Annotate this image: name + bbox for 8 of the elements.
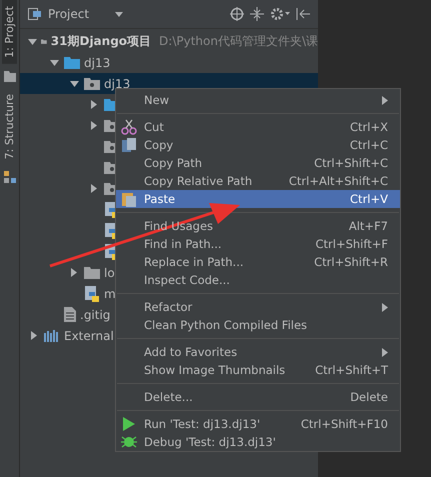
tree-item-label: 31期Django项目 bbox=[50, 33, 152, 50]
tree-item-label: dj13 bbox=[104, 76, 130, 90]
tree-item-label: External bbox=[64, 328, 114, 342]
tree-item-label: dj13 bbox=[84, 56, 110, 70]
project-path: D:\Python代码管理文件夹\课 bbox=[159, 33, 318, 50]
tree-item-label: .gitig bbox=[80, 308, 110, 322]
tree-item-label: m bbox=[104, 286, 116, 300]
tree-item-label: lo bbox=[104, 266, 115, 280]
